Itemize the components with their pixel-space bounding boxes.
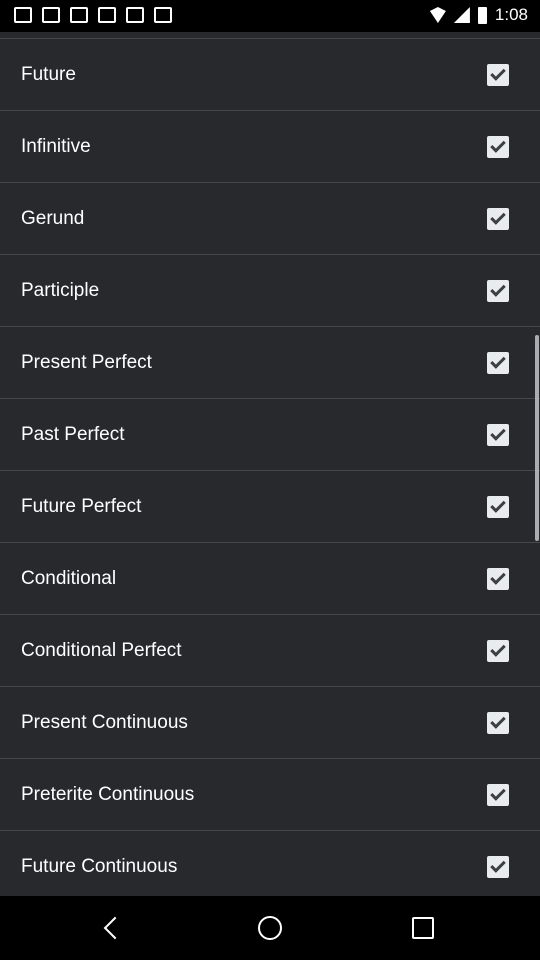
check-icon[interactable]	[487, 135, 509, 158]
navigation-bar	[0, 896, 540, 960]
setting-label: Gerund	[21, 207, 85, 229]
check-icon[interactable]	[487, 207, 509, 230]
check-icon[interactable]	[487, 495, 509, 518]
notification-icon	[70, 7, 88, 23]
check-icon[interactable]	[487, 423, 509, 446]
setting-label: Conditional	[21, 567, 117, 589]
status-bar: 1:08	[0, 0, 540, 32]
battery-icon	[477, 6, 487, 24]
check-icon[interactable]	[487, 711, 509, 734]
setting-row-gerund[interactable]: Gerund	[0, 183, 540, 255]
check-icon[interactable]	[487, 351, 509, 374]
setting-label: Future Perfect	[21, 495, 142, 517]
check-icon[interactable]	[487, 783, 509, 806]
setting-row-infinitive[interactable]: Infinitive	[0, 111, 540, 183]
clock: 1:08	[494, 5, 528, 24]
setting-label: Preterite Continuous	[21, 783, 195, 805]
signal-icon	[453, 7, 470, 23]
setting-row-conditional-perfect[interactable]: Conditional Perfect	[0, 615, 540, 687]
notification-icon	[42, 7, 60, 23]
home-icon[interactable]	[255, 914, 285, 942]
setting-row-future[interactable]: Future	[0, 39, 540, 111]
setting-row-participle[interactable]: Participle	[0, 255, 540, 327]
setting-label: Participle	[21, 279, 100, 301]
settings-list[interactable]: Future Infinitive Gerund Participle Pres…	[0, 32, 540, 896]
setting-label: Past Perfect	[21, 423, 125, 445]
notification-icon	[98, 7, 116, 23]
setting-row-preterite-continuous[interactable]: Preterite Continuous	[0, 759, 540, 831]
setting-label: Future	[21, 63, 76, 85]
check-icon[interactable]	[487, 63, 509, 86]
setting-row-conditional[interactable]: Conditional	[0, 543, 540, 615]
recent-apps-icon[interactable]	[408, 914, 438, 942]
setting-row-present-continuous[interactable]: Present Continuous	[0, 687, 540, 759]
setting-row-future-continuous[interactable]: Future Continuous	[0, 831, 540, 896]
notification-icon	[14, 7, 32, 23]
setting-label: Infinitive	[21, 135, 91, 157]
notification-icon	[154, 7, 172, 23]
check-icon[interactable]	[487, 639, 509, 662]
scrollbar[interactable]	[535, 335, 539, 541]
setting-label: Present Perfect	[21, 351, 152, 373]
setting-row-past-perfect[interactable]: Past Perfect	[0, 399, 540, 471]
notification-icons	[14, 7, 172, 23]
setting-label: Future Continuous	[21, 855, 178, 877]
check-icon[interactable]	[487, 279, 509, 302]
check-icon[interactable]	[487, 855, 509, 878]
setting-label: Present Continuous	[21, 711, 188, 733]
back-icon[interactable]	[103, 914, 133, 942]
setting-row-future-perfect[interactable]: Future Perfect	[0, 471, 540, 543]
wifi-icon	[429, 7, 446, 23]
setting-label: Conditional Perfect	[21, 639, 182, 661]
setting-row-present-perfect[interactable]: Present Perfect	[0, 327, 540, 399]
notification-icon	[126, 7, 144, 23]
check-icon[interactable]	[487, 567, 509, 590]
